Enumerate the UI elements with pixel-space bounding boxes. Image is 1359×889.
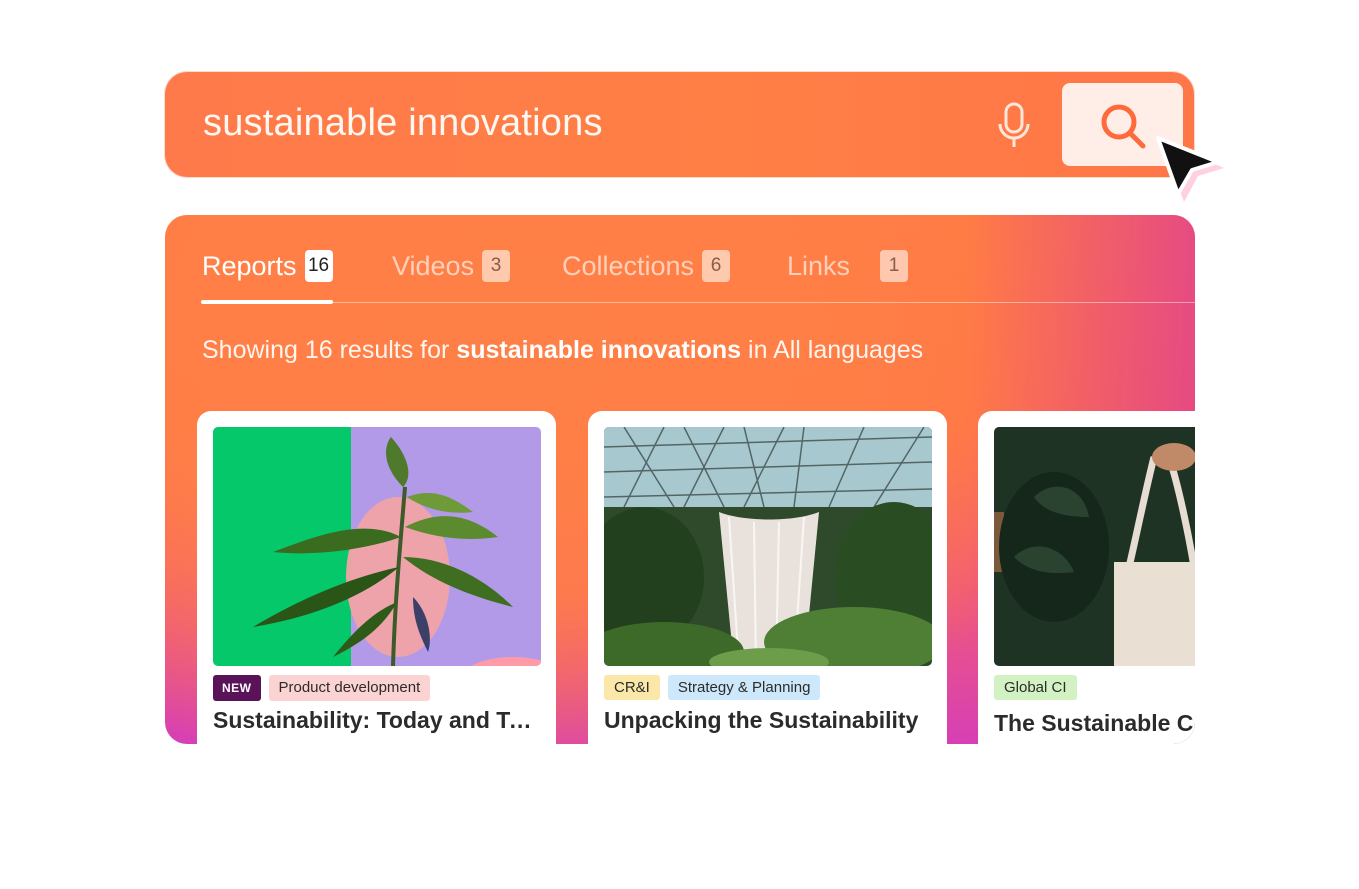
tab-count-badge: 3 [482, 250, 511, 282]
card-tags: NEW Product development [213, 675, 431, 701]
tab-label: Links [787, 251, 851, 281]
result-card[interactable]: Global CI The Sustainable C [978, 411, 1195, 744]
microphone-icon[interactable] [997, 102, 1031, 150]
category-tag[interactable]: Global CI [994, 675, 1077, 700]
result-tabs: Reports 16 Videos 3 Collections 6 Links … [201, 247, 1195, 304]
card-thumbnail-plant [213, 427, 541, 666]
mouse-cursor-icon [1156, 136, 1224, 202]
card-title[interactable]: Sustainability: Today and Tomorrow [213, 707, 543, 734]
tab-count-badge: 16 [304, 250, 333, 282]
search-bar: sustainable innovations [165, 72, 1194, 177]
card-title[interactable]: The Sustainable C [994, 710, 1195, 737]
tab-count-badge: 1 [880, 250, 909, 282]
result-card[interactable]: CR&I Strategy & Planning Unpacking the S… [588, 411, 947, 744]
results-summary: Showing 16 results for sustainable innov… [202, 336, 923, 365]
category-tag[interactable]: Product development [268, 675, 431, 701]
search-icon [1101, 104, 1146, 149]
result-card[interactable]: NEW Product development Sustainability: … [197, 411, 556, 744]
summary-prefix: Showing 16 results for [202, 336, 450, 364]
tab-reports[interactable]: Reports 16 [201, 247, 333, 304]
tab-count-badge: 6 [702, 250, 731, 282]
search-input[interactable]: sustainable innovations [203, 102, 603, 145]
tab-label: Collections [562, 251, 695, 281]
card-thumbnail-tote-bag [994, 427, 1195, 666]
category-tag[interactable]: CR&I [604, 675, 660, 700]
results-panel: Reports 16 Videos 3 Collections 6 Links … [165, 215, 1195, 744]
tab-label: Videos [392, 251, 475, 281]
card-tags: CR&I Strategy & Planning [604, 675, 821, 700]
tab-label: Reports [202, 251, 297, 281]
card-title[interactable]: Unpacking the Sustainability [604, 707, 934, 734]
summary-query: sustainable innovations [456, 336, 742, 364]
category-tag[interactable]: Strategy & Planning [667, 675, 821, 700]
card-thumbnail-waterfall [604, 427, 932, 666]
tab-videos[interactable]: Videos 3 [392, 247, 511, 302]
tab-collections[interactable]: Collections 6 [562, 247, 731, 302]
card-tags: Global CI [994, 675, 1077, 700]
summary-suffix: in All languages [748, 336, 924, 364]
new-badge: NEW [213, 675, 261, 701]
tab-links[interactable]: Links 1 [787, 247, 909, 302]
